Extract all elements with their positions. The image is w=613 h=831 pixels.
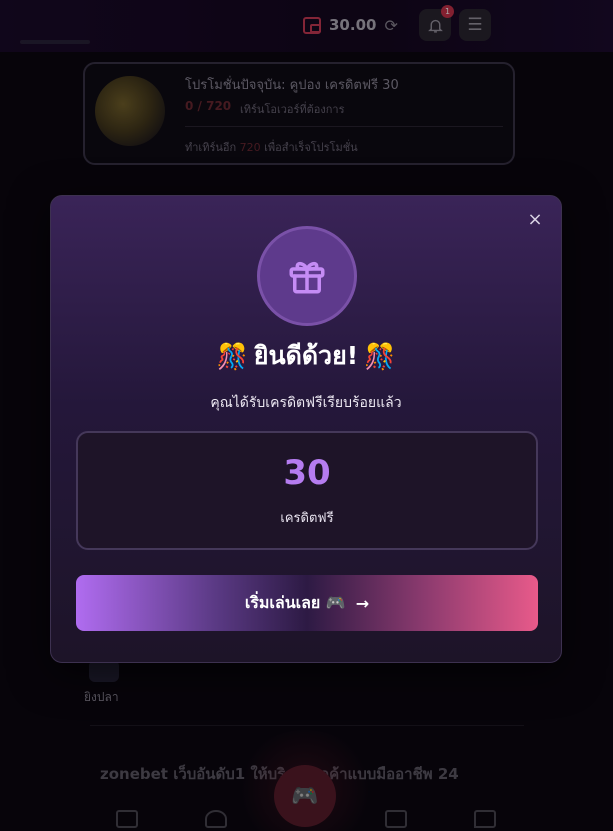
- close-button[interactable]: ×: [525, 210, 545, 230]
- start-playing-button[interactable]: เริ่มเล่นเลย 🎮 →: [76, 575, 538, 631]
- confetti-icon: 🎊: [216, 342, 248, 371]
- arrow-right-icon: →: [355, 593, 370, 613]
- credit-label: เครดิตฟรี: [280, 511, 334, 526]
- gift-badge: [257, 226, 357, 326]
- credit-amount: 30: [283, 453, 331, 493]
- congrats-headline: 🎊 ยินดีด้วย! 🎊: [51, 336, 561, 376]
- credit-amount-box: 30 เครดิตฟรี: [76, 431, 538, 550]
- congrats-text: ยินดีด้วย!: [253, 341, 359, 370]
- free-credit-modal: × 🎊 ยินดีด้วย! 🎊 คุณได้รับเครดิตฟรีเรียบร้…: [50, 195, 562, 663]
- confetti-icon: 🎊: [364, 342, 396, 371]
- start-playing-label: เริ่มเล่นเลย 🎮: [244, 592, 346, 612]
- received-credit-message: คุณได้รับเครดิตฟรีเรียบร้อยแล้ว: [210, 395, 402, 411]
- gift-icon: [289, 261, 325, 294]
